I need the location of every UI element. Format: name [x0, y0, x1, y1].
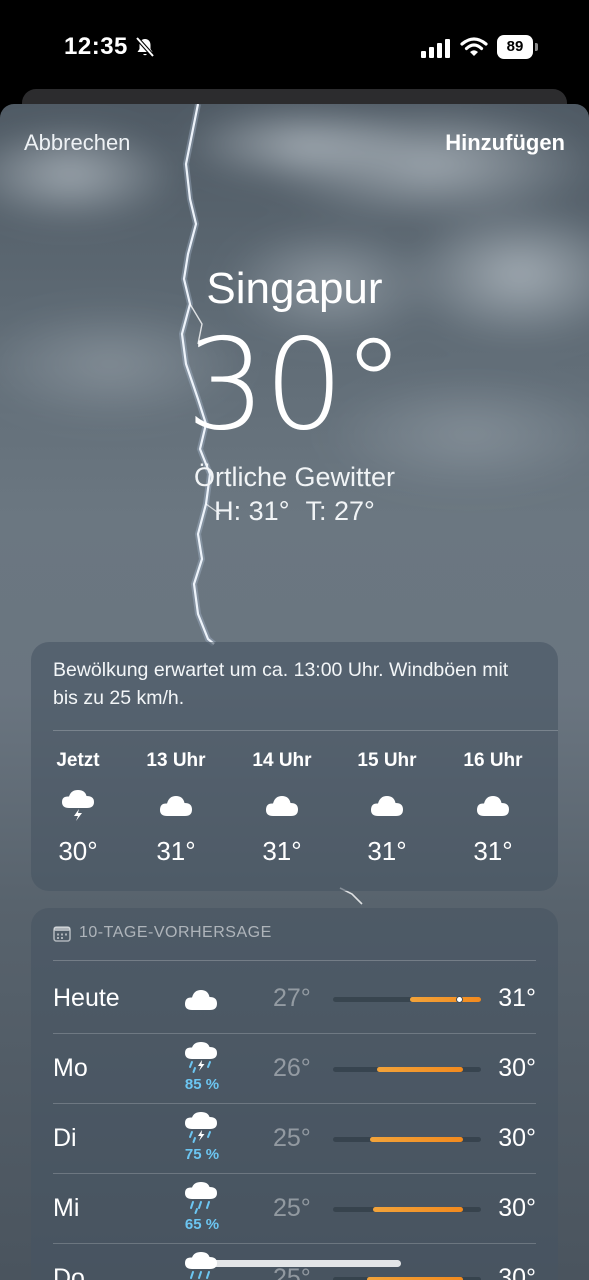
forecast-row[interactable]: Heute 27° 31° [53, 964, 536, 1034]
forecast-row[interactable]: Di 75 % 25° 30° [53, 1104, 536, 1174]
battery-tip [535, 43, 538, 51]
hour-item: 13 Uhr 31° [131, 750, 221, 867]
hour-temp: 31° [473, 836, 513, 866]
precipitation-chance: 85 % [184, 1076, 220, 1093]
cloud-icon [266, 796, 298, 816]
hour-label: 14 Uhr [252, 750, 312, 771]
low-temp: 25° [273, 1124, 311, 1152]
range-fill [377, 1067, 464, 1072]
high-temp: 31° [498, 984, 536, 1012]
cloud-icon [477, 796, 509, 816]
forecast-row[interactable]: Mi 65 % 25° 30° [53, 1174, 536, 1244]
hour-temp: 31° [156, 836, 196, 866]
status-time: 12:35 [64, 33, 128, 60]
day-name: Di [53, 1124, 77, 1152]
high-temperature: H: 31° [214, 496, 290, 526]
calendar-icon [53, 925, 71, 942]
high-temp: 30° [498, 1194, 536, 1222]
precipitation-chance: 65 % [184, 1216, 220, 1233]
hour-temp: 30° [58, 836, 98, 866]
hourly-forecast-card[interactable]: Bewölkung erwartet um ca. 13:00 Uhr. Win… [31, 642, 558, 891]
day-name: Do [53, 1264, 85, 1280]
range-fill [370, 1137, 464, 1142]
high-low-temperature: H: 31° T: 27° [0, 496, 589, 527]
hour-item: Jetzt 30° [33, 750, 123, 867]
precipitation-chance: 75 % [184, 1146, 220, 1163]
day-name: Mo [53, 1054, 88, 1082]
temperature-range-bar [333, 996, 481, 1003]
high-temp: 30° [498, 1264, 536, 1280]
hour-label: 15 Uhr [357, 750, 417, 771]
weather-sheet[interactable]: Abbrechen Hinzufügen Singapur 30° Örtlic… [0, 104, 589, 1280]
forecast-heading: 10-TAGE-VORHERSAGE [53, 924, 272, 942]
day-name: Mi [53, 1194, 80, 1222]
temperature-range-bar [333, 1067, 481, 1072]
cloud-icon [160, 796, 192, 816]
low-temp: 27° [273, 984, 311, 1012]
forecast-row[interactable]: Mo 85 % 26° 30° [53, 1034, 536, 1104]
cloud-icon [185, 990, 217, 1010]
hour-temp: 31° [367, 836, 407, 866]
forecast-summary: Bewölkung erwartet um ca. 13:00 Uhr. Win… [53, 659, 509, 709]
range-fill [372, 1207, 464, 1212]
hour-item: 16 Uhr 31° [448, 750, 538, 867]
temperature-range-bar [333, 1207, 481, 1212]
hour-label: 13 Uhr [146, 750, 206, 771]
home-indicator[interactable] [187, 1260, 401, 1267]
hour-temp: 31° [262, 836, 302, 866]
low-temp: 25° [273, 1194, 311, 1222]
high-temp: 30° [498, 1124, 536, 1152]
ten-day-forecast-card[interactable]: 10-TAGE-VORHERSAGE Heute 27° 31° Mo 85 %… [31, 908, 558, 1280]
bell-off-icon [135, 36, 155, 58]
status-bar: 12:35 89 [0, 0, 589, 96]
add-button[interactable]: Hinzufügen [445, 130, 565, 156]
low-temp: 26° [273, 1054, 311, 1082]
cancel-button[interactable]: Abbrechen [24, 130, 130, 156]
hour-label: 16 Uhr [463, 750, 523, 771]
cloud-bolt-rain-icon [185, 1112, 217, 1143]
hour-item: 15 Uhr 31° [342, 750, 432, 867]
city-name: Singapur [206, 264, 383, 313]
cloud-rain-icon [185, 1182, 217, 1214]
cellular-signal-icon [421, 39, 450, 58]
temperature-range-bar [333, 1137, 481, 1142]
card-divider [53, 730, 558, 731]
cloud-bolt-rain-icon [185, 1042, 217, 1073]
cloud-icon [371, 796, 403, 816]
hour-item: 14 Uhr 31° [237, 750, 327, 867]
high-temp: 30° [498, 1054, 536, 1082]
hour-label: Jetzt [56, 750, 100, 771]
day-name: Heute [53, 984, 120, 1012]
battery-icon: 89 [497, 35, 539, 59]
forecast-heading-label: 10-TAGE-VORHERSAGE [79, 924, 272, 941]
low-temperature: T: 27° [305, 496, 375, 526]
cloud-bolt-icon [62, 790, 94, 821]
current-temperature: 30° [185, 311, 405, 458]
battery-level: 89 [497, 35, 533, 59]
wifi-icon [460, 37, 488, 56]
weather-condition: Örtliche Gewitter [193, 462, 396, 492]
range-fill [409, 997, 481, 1002]
card-divider [53, 960, 536, 961]
